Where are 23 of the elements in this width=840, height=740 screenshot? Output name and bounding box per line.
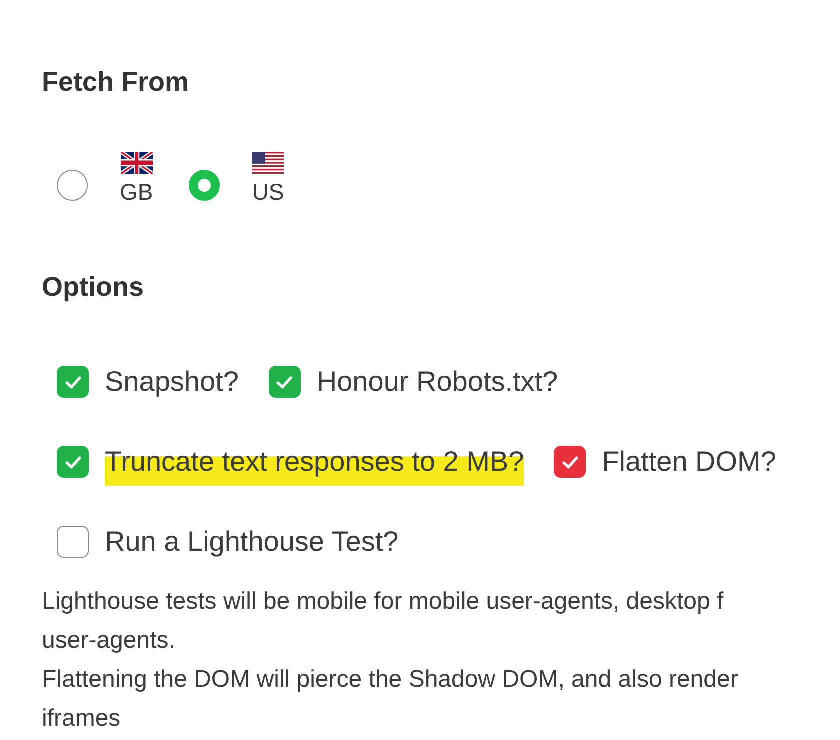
uk-flag-icon xyxy=(120,152,153,174)
checkbox-label: Snapshot? xyxy=(105,365,239,399)
check-icon xyxy=(64,374,82,390)
checkbox-label: Run a Lighthouse Test? xyxy=(105,525,399,559)
section-heading: Fetch From xyxy=(42,66,190,98)
radio-button[interactable] xyxy=(57,170,88,201)
checkbox-label: Honour Robots.txt? xyxy=(316,365,558,399)
checkbox[interactable] xyxy=(57,446,89,478)
radio-label: GB xyxy=(120,179,154,205)
checkbox[interactable] xyxy=(57,366,89,398)
checkbox-label: Flatten DOM? xyxy=(602,445,776,479)
help-text: Lighthouse tests will be mobile for mobile user-agents, desktop f user-agents. xyxy=(42,587,725,656)
checkbox[interactable] xyxy=(554,446,586,478)
check-icon xyxy=(562,454,579,470)
radio-label: US xyxy=(252,179,284,205)
radio-button[interactable] xyxy=(189,170,220,201)
check-icon xyxy=(64,454,82,470)
us-flag-icon xyxy=(252,152,284,174)
check-icon xyxy=(276,374,294,390)
help-text: Flattening the DOM will pierce the Shadow DOM, and also render iframes xyxy=(42,665,740,734)
checkbox[interactable] xyxy=(57,526,89,558)
section-heading: Options xyxy=(42,271,144,303)
checkbox[interactable] xyxy=(268,366,301,398)
